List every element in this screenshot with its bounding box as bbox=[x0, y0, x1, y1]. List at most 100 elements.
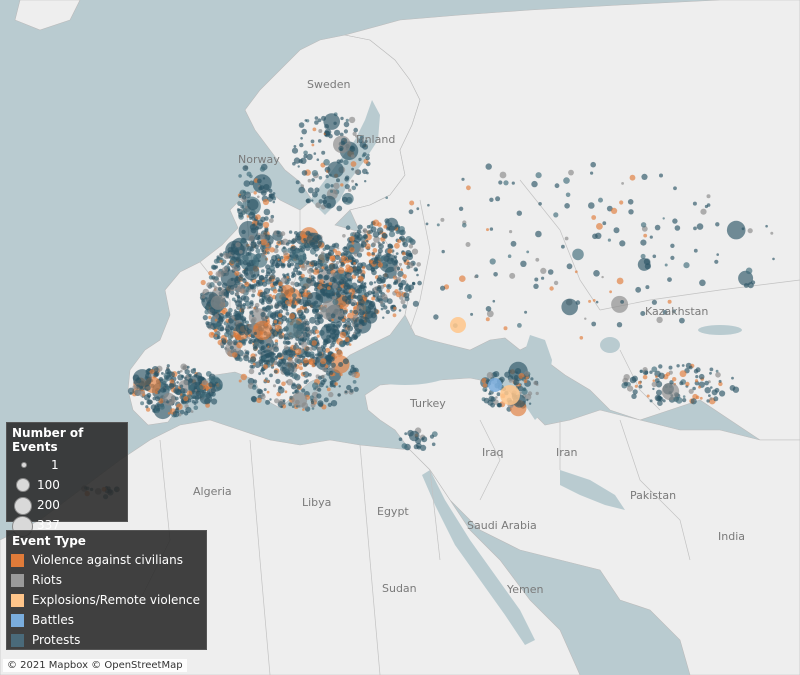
event-dot[interactable] bbox=[351, 167, 354, 171]
event-dot[interactable] bbox=[704, 380, 709, 386]
event-dot[interactable] bbox=[254, 234, 261, 241]
event-dot[interactable] bbox=[412, 300, 419, 307]
event-dot[interactable] bbox=[296, 235, 302, 241]
event-dot[interactable] bbox=[232, 246, 236, 249]
event-dot[interactable] bbox=[277, 241, 281, 244]
event-dot[interactable] bbox=[388, 231, 396, 238]
event-dot[interactable] bbox=[211, 311, 216, 316]
event-dot[interactable] bbox=[339, 273, 346, 280]
event-dot[interactable] bbox=[227, 334, 233, 340]
event-dot[interactable] bbox=[305, 326, 310, 332]
event-dot[interactable] bbox=[143, 394, 151, 401]
event-dot[interactable] bbox=[362, 168, 368, 175]
event-dot[interactable] bbox=[268, 193, 274, 199]
event-dot[interactable] bbox=[483, 397, 490, 404]
event-dot[interactable] bbox=[343, 159, 349, 165]
event-dot[interactable] bbox=[301, 170, 308, 176]
event-dot[interactable] bbox=[385, 196, 389, 199]
event-dot[interactable] bbox=[145, 405, 149, 409]
event-dot[interactable] bbox=[365, 155, 370, 161]
event-dot[interactable] bbox=[265, 271, 271, 277]
event-dot[interactable] bbox=[629, 174, 636, 181]
event-dot[interactable] bbox=[337, 393, 341, 397]
event-dot[interactable] bbox=[313, 152, 317, 155]
event-dot[interactable] bbox=[264, 377, 268, 381]
event-dot[interactable] bbox=[338, 385, 341, 388]
event-dot[interactable] bbox=[245, 350, 250, 355]
event-dot[interactable] bbox=[372, 231, 380, 238]
event-dot[interactable] bbox=[403, 259, 407, 263]
event-dot[interactable] bbox=[317, 139, 322, 143]
event-dot[interactable] bbox=[261, 269, 265, 273]
event-dot[interactable] bbox=[427, 203, 430, 207]
event-dot[interactable] bbox=[215, 383, 223, 391]
event-dot[interactable] bbox=[262, 291, 267, 296]
event-dot[interactable] bbox=[262, 281, 268, 287]
event-dot[interactable] bbox=[358, 157, 362, 162]
event-dot[interactable] bbox=[251, 385, 257, 390]
event-dot[interactable] bbox=[568, 169, 574, 176]
event-dot[interactable] bbox=[190, 368, 196, 374]
event-dot[interactable] bbox=[372, 248, 378, 253]
event-dot[interactable] bbox=[302, 234, 307, 238]
event-dot[interactable] bbox=[668, 365, 673, 370]
event-dot[interactable] bbox=[486, 228, 489, 232]
event-dot[interactable] bbox=[249, 300, 254, 305]
event-dot[interactable] bbox=[278, 281, 283, 287]
event-dot[interactable] bbox=[275, 378, 281, 384]
event-dot[interactable] bbox=[317, 352, 323, 357]
event-dot[interactable] bbox=[541, 276, 545, 280]
event-dot[interactable] bbox=[245, 251, 250, 256]
event-dot[interactable] bbox=[364, 301, 368, 306]
event-dot[interactable] bbox=[564, 203, 570, 209]
event-dot[interactable] bbox=[242, 319, 247, 324]
event-dot[interactable] bbox=[651, 366, 658, 373]
event-dot[interactable] bbox=[349, 388, 354, 393]
event-dot[interactable] bbox=[631, 393, 637, 399]
event-dot[interactable] bbox=[244, 267, 249, 272]
event-dot[interactable] bbox=[440, 285, 446, 291]
event-dot[interactable] bbox=[495, 196, 501, 202]
event-dot[interactable] bbox=[253, 331, 257, 335]
event-dot[interactable] bbox=[325, 174, 329, 179]
event-dot[interactable] bbox=[341, 255, 346, 261]
event-dot[interactable] bbox=[285, 319, 304, 339]
event-dot[interactable] bbox=[291, 300, 295, 304]
event-dot[interactable] bbox=[387, 248, 393, 254]
event-dot[interactable] bbox=[252, 223, 256, 227]
event-dot[interactable] bbox=[269, 265, 275, 272]
event-dot[interactable] bbox=[398, 437, 403, 442]
event-dot[interactable] bbox=[314, 116, 319, 120]
event-dot[interactable] bbox=[507, 254, 512, 258]
event-dot[interactable] bbox=[635, 286, 642, 293]
event-dot[interactable] bbox=[401, 237, 407, 244]
event-dot[interactable] bbox=[533, 380, 538, 386]
event-dot[interactable] bbox=[601, 275, 604, 279]
event-dot[interactable] bbox=[499, 171, 507, 179]
event-dot-highlight[interactable] bbox=[450, 317, 466, 333]
event-dot[interactable] bbox=[367, 252, 372, 257]
event-dot[interactable] bbox=[509, 230, 513, 234]
event-dot[interactable] bbox=[212, 265, 217, 270]
event-dot[interactable] bbox=[394, 279, 399, 284]
event-dot[interactable] bbox=[209, 282, 215, 288]
event-dot[interactable] bbox=[298, 186, 306, 194]
event-dot[interactable] bbox=[260, 239, 267, 246]
event-dot[interactable] bbox=[394, 242, 400, 249]
event-dot[interactable] bbox=[323, 159, 330, 166]
event-dot[interactable] bbox=[352, 380, 357, 384]
event-dot[interactable] bbox=[314, 308, 319, 313]
event-dot[interactable] bbox=[672, 377, 677, 382]
event-dot[interactable] bbox=[219, 259, 223, 263]
event-dot[interactable] bbox=[385, 309, 390, 315]
event-dot[interactable] bbox=[259, 281, 262, 284]
event-dot[interactable] bbox=[592, 299, 596, 302]
event-dot[interactable] bbox=[339, 304, 344, 310]
event-dot[interactable] bbox=[421, 436, 428, 443]
event-dot[interactable] bbox=[493, 272, 498, 277]
event-dot[interactable] bbox=[295, 405, 299, 408]
event-dot[interactable] bbox=[285, 311, 290, 316]
event-dot[interactable] bbox=[642, 374, 648, 380]
event-dot[interactable] bbox=[256, 178, 262, 184]
event-dot[interactable] bbox=[184, 376, 187, 380]
